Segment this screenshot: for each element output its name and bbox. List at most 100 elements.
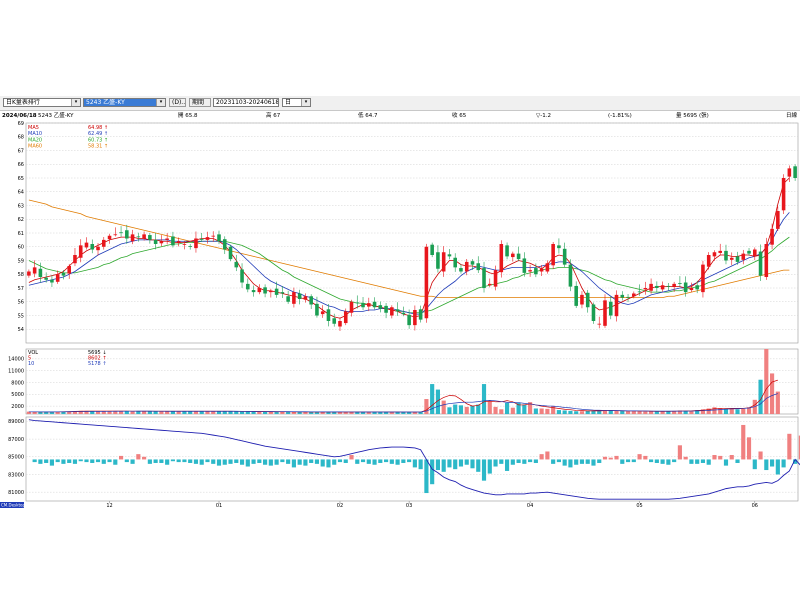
volume-bar bbox=[464, 406, 469, 414]
oscillator-bar bbox=[216, 459, 222, 466]
oscillator-bar bbox=[608, 457, 613, 460]
volume-bar bbox=[280, 411, 285, 414]
candle-body bbox=[424, 246, 429, 319]
oscillator-bar bbox=[741, 424, 746, 460]
app-badge-label: CM.Desktop bbox=[1, 503, 25, 508]
candle-body bbox=[251, 290, 256, 293]
candle-body bbox=[50, 279, 54, 283]
oscillator-bar bbox=[458, 459, 464, 467]
oscillator-bar bbox=[372, 459, 377, 465]
price-tick-label: 66 bbox=[18, 162, 24, 168]
candle-body bbox=[142, 234, 146, 239]
candle-body bbox=[153, 239, 158, 244]
price-tick-label: 60 bbox=[18, 245, 24, 251]
volume-bar bbox=[274, 411, 279, 414]
candle-body bbox=[96, 246, 100, 251]
oscillator-bar bbox=[286, 459, 291, 464]
candle-body bbox=[655, 285, 659, 288]
candle-body bbox=[672, 283, 676, 287]
oscillator-bar bbox=[672, 459, 677, 463]
candle-body bbox=[165, 238, 169, 240]
oscillator-bar bbox=[49, 459, 54, 466]
price-legend-value: 58.31 ↑ bbox=[88, 144, 108, 150]
volume-bar bbox=[770, 373, 775, 414]
oscillator-bar bbox=[309, 459, 314, 463]
oscillator-bar bbox=[729, 455, 734, 460]
candle-body bbox=[632, 293, 636, 297]
oscillator-bar bbox=[349, 455, 354, 460]
candle-body bbox=[44, 277, 48, 280]
oscillator-bar bbox=[430, 459, 435, 485]
candle-body bbox=[148, 235, 152, 240]
candle-body bbox=[407, 314, 411, 326]
candle-body bbox=[297, 293, 302, 299]
chart-area[interactable]: 54 55 56 57 58 59 60 61 62 63 64 65 66 67 68 69 2000 5000… bbox=[0, 96, 800, 508]
oscillator-bar bbox=[441, 459, 446, 472]
volume-bar bbox=[61, 411, 66, 414]
volume-bar bbox=[493, 406, 498, 414]
candle-body bbox=[349, 301, 354, 313]
oscillator-bar bbox=[476, 459, 481, 472]
candle-body bbox=[689, 288, 694, 291]
volume-bar bbox=[556, 410, 561, 414]
oscillator-bar bbox=[147, 459, 152, 464]
oscillator-bar bbox=[585, 459, 590, 464]
oscillator-bar bbox=[533, 459, 538, 463]
candle-body bbox=[113, 234, 118, 236]
price-tick-label: 55 bbox=[18, 313, 24, 319]
oscillator-bar bbox=[124, 459, 129, 463]
oscillator-bar bbox=[758, 451, 763, 460]
candle-body bbox=[269, 290, 273, 293]
oscillator-bar bbox=[654, 459, 659, 463]
oscillator-bar bbox=[579, 459, 585, 464]
candle-body bbox=[603, 300, 607, 326]
oscillator-bar bbox=[61, 459, 66, 464]
oscillator-bar bbox=[528, 459, 533, 463]
price-tick-label: 67 bbox=[18, 148, 24, 154]
oscillator-bar bbox=[274, 459, 279, 465]
oscillator-bar bbox=[706, 459, 711, 465]
candle-body bbox=[568, 264, 573, 287]
oscillator-bar bbox=[395, 459, 400, 465]
candle-body bbox=[188, 246, 192, 247]
oscillator-bar bbox=[332, 459, 337, 465]
candle-body bbox=[401, 312, 406, 315]
oscillator-bar bbox=[245, 459, 250, 467]
price-tick-label: 56 bbox=[18, 300, 24, 306]
oscillator-bar bbox=[562, 459, 567, 466]
price-tick-label: 69 bbox=[18, 121, 24, 127]
volume-bar bbox=[245, 411, 250, 414]
oscillator-bar bbox=[38, 459, 43, 464]
candle-body bbox=[390, 307, 394, 316]
candle-body bbox=[38, 268, 43, 277]
oscillator-bar bbox=[193, 459, 199, 464]
candle-body bbox=[84, 242, 89, 248]
oscillator-bar bbox=[499, 459, 504, 464]
volume-bar bbox=[193, 411, 199, 414]
oscillator-bar bbox=[170, 459, 175, 462]
oscillator-bar bbox=[625, 459, 631, 463]
candle-body bbox=[263, 287, 267, 294]
price-tick-label: 58 bbox=[18, 272, 24, 278]
volume-bar bbox=[625, 411, 631, 414]
oscillator-bar bbox=[95, 459, 101, 463]
stock-chart-window: 日K量表排行 ▾ 5243 乙盛-KY ▾ (D)... 期間 20231103… bbox=[0, 96, 800, 508]
volume-bar bbox=[510, 407, 515, 414]
volume-bar bbox=[337, 412, 343, 414]
candle-body bbox=[90, 244, 95, 250]
candle-body bbox=[476, 263, 481, 271]
oscillator-bar bbox=[574, 459, 579, 465]
oscillator-bar bbox=[556, 459, 561, 463]
volume-bar bbox=[447, 407, 452, 414]
oscillator-bar bbox=[182, 459, 187, 463]
volume-bar bbox=[211, 411, 216, 414]
oscillator-bar bbox=[251, 459, 256, 464]
candle-body bbox=[776, 211, 780, 229]
volume-bar bbox=[199, 411, 204, 414]
candle-body bbox=[493, 270, 498, 287]
oscillator-tick-label: 83000 bbox=[8, 472, 24, 478]
oscillator-bar bbox=[239, 459, 245, 465]
candle-body bbox=[61, 272, 66, 276]
volume-tick-label: 5000 bbox=[11, 392, 24, 398]
volume-bar bbox=[568, 410, 573, 414]
